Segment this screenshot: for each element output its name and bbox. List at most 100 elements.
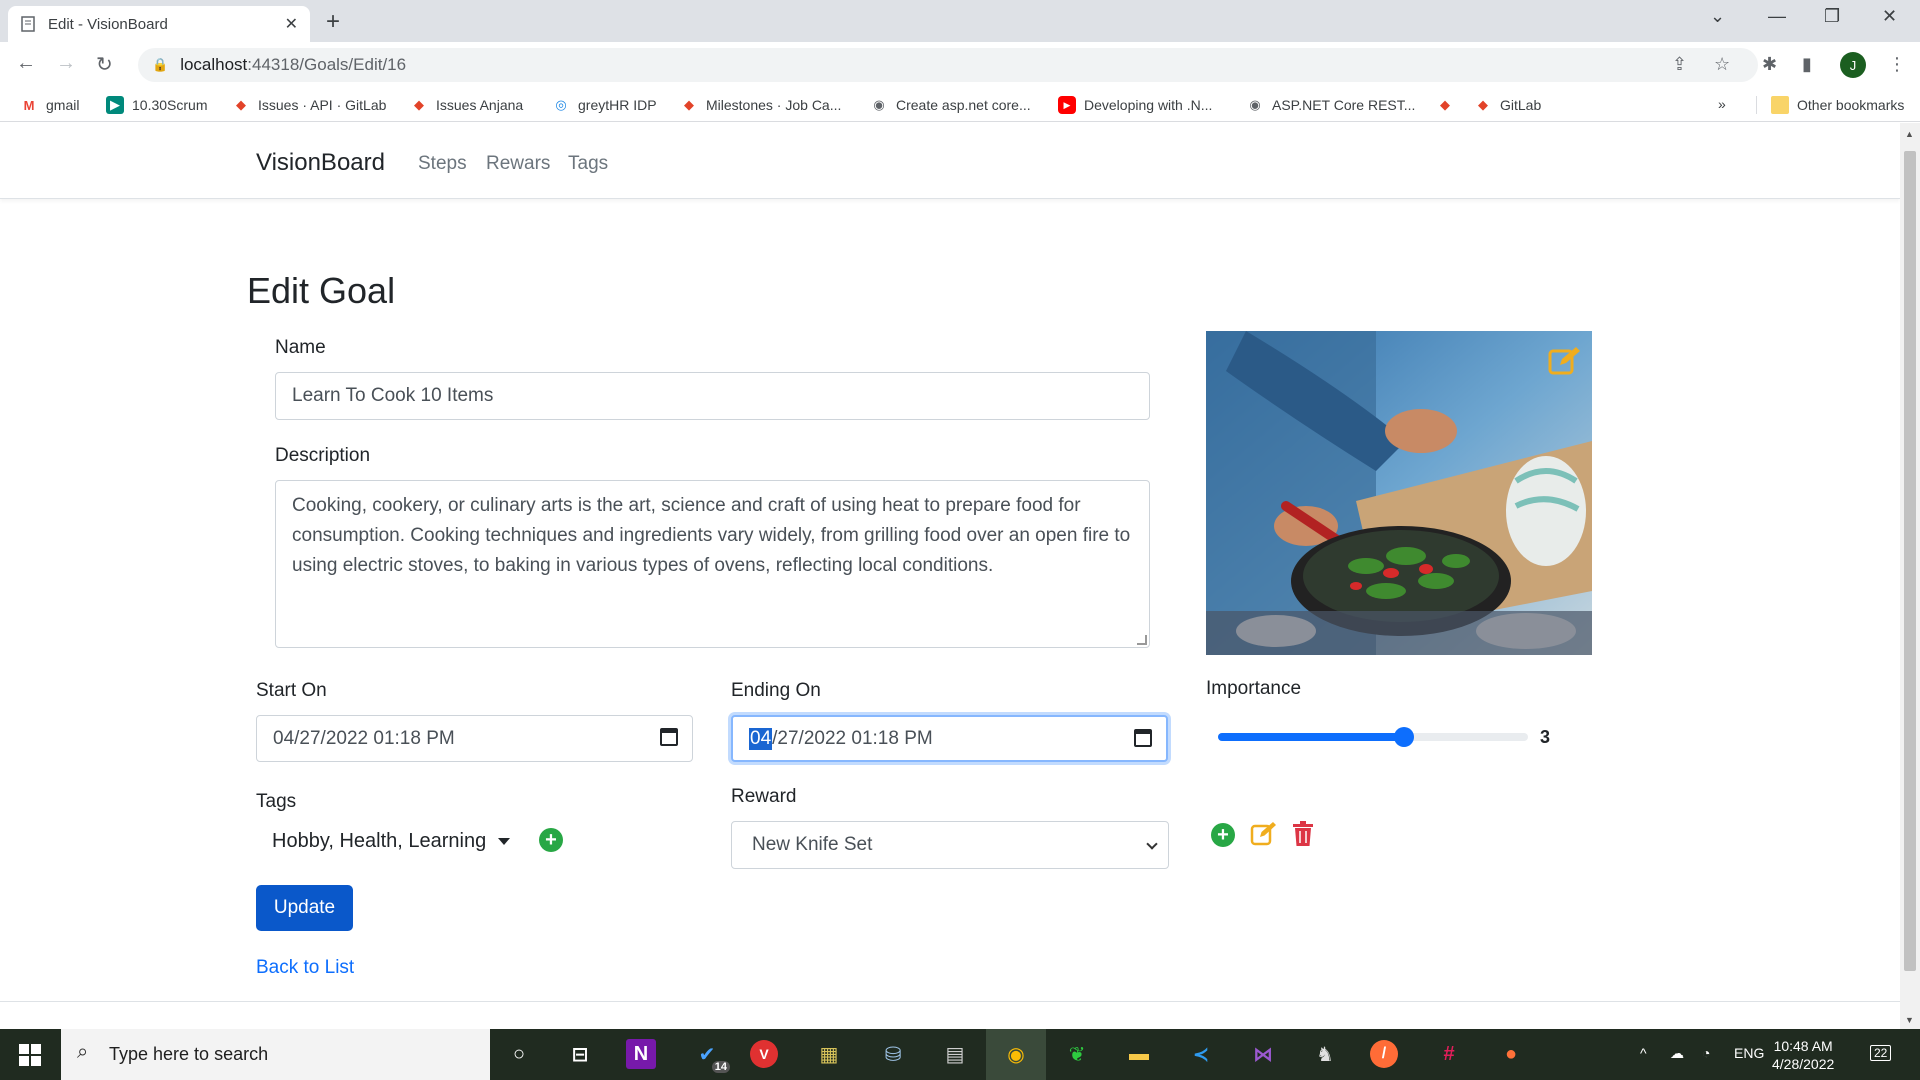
calculator-icon[interactable]: ▤ [938,1037,972,1071]
file-explorer-icon[interactable]: ▬ [1122,1037,1156,1071]
edit-image-icon[interactable] [1548,345,1582,380]
app-icon[interactable]: ♞ [1308,1037,1342,1071]
windows-taskbar: ⌕ Type here to search ○ ⊟ N ✔ 14 V ▦ ⛁ ▤ … [0,1029,1920,1080]
wifi-icon[interactable]: ◔ [1702,1045,1710,1061]
tags-dropdown[interactable]: Hobby, Health, Learning [272,830,511,853]
nav-tags[interactable]: Tags [568,153,608,175]
back-to-list-link[interactable]: Back to List [256,957,354,979]
start-on-label: Start On [256,680,327,701]
globe-icon: ◉ [873,97,885,112]
chrome-icon[interactable]: ◉ [999,1037,1033,1071]
importance-slider[interactable] [1218,727,1528,747]
taskbar-search[interactable]: ⌕ Type here to search [61,1029,490,1080]
add-reward-icon[interactable]: + [1211,823,1235,847]
bookmark-issues-anjana[interactable]: ◆ Issues Anjana [410,96,523,114]
edit-reward-icon[interactable] [1250,821,1278,852]
calendar-icon[interactable] [660,728,678,746]
onedrive-icon[interactable]: ☁ [1670,1045,1684,1062]
ending-on-input[interactable]: 04/27/2022 01:18 PM [731,715,1168,762]
bookmark-gmail[interactable]: Mgmail [20,96,80,114]
back-arrow-icon[interactable]: ← [16,52,36,75]
restore-icon[interactable]: ❐ [1824,6,1840,27]
bookmark-aspnet-create[interactable]: ◉ Create asp.net core... [870,96,1030,114]
bookmark-aspnet-rest[interactable]: ◉ ASP.NET Core REST... [1246,96,1415,114]
nav-steps[interactable]: Steps [418,153,467,175]
show-hidden-icons-icon[interactable]: ^ [1640,1045,1647,1061]
paint-icon[interactable]: ▦ [812,1037,846,1071]
slack-icon[interactable]: # [1432,1037,1466,1071]
scroll-up-icon[interactable]: ▲ [1905,129,1914,139]
tab-search-icon[interactable]: ⌄ [1710,6,1725,27]
side-panel-icon[interactable]: ▮ [1802,54,1812,75]
slider-fill [1218,733,1404,741]
notifications-icon[interactable]: 22 [1870,1045,1892,1061]
tab-close-icon[interactable]: ✕ [285,14,298,34]
other-bookmarks[interactable]: Other bookmarks [1756,96,1904,114]
bookmark-gitlab-blank[interactable]: ◆ [1436,96,1462,114]
gmail-icon: M [23,97,35,113]
ending-on-month-selected: 04 [749,727,773,750]
cortana-icon[interactable]: ○ [502,1037,536,1071]
visual-studio-icon[interactable]: ⋈ [1246,1037,1280,1071]
browser-tab[interactable]: Edit - VisionBoard ✕ [8,6,310,42]
resize-grip-icon[interactable] [1137,635,1147,645]
ending-on-label: Ending On [731,680,821,701]
delete-reward-icon[interactable] [1292,821,1314,852]
name-input[interactable]: Learn To Cook 10 Items [275,372,1150,420]
calendar-icon[interactable] [1134,729,1152,747]
window-close-icon[interactable]: ✕ [1882,6,1897,27]
database-icon[interactable]: ⛁ [876,1037,910,1071]
bookmark-greythr[interactable]: ◎ greytHR IDP [552,96,656,114]
bookmark-milestones[interactable]: ◆ Milestones · Job Ca... [680,96,841,114]
windows-logo-icon [19,1043,41,1066]
gitlab-icon: ◆ [684,97,694,112]
task-view-icon[interactable]: ⊟ [563,1037,597,1071]
update-button[interactable]: Update [256,885,353,931]
star-icon[interactable]: ☆ [1714,54,1730,75]
url-path: :44318/Goals/Edit/16 [247,55,407,74]
bookmark-issues-api[interactable]: ◆ Issues · API · GitLab [232,96,386,114]
app-brand[interactable]: VisionBoard [256,149,385,177]
new-tab-icon[interactable]: + [326,8,340,36]
start-on-input[interactable]: 04/27/2022 01:18 PM [256,715,693,762]
menu-kebab-icon[interactable]: ⋮ [1888,54,1906,75]
vscode-icon[interactable]: ≺ [1184,1037,1218,1071]
postman-icon[interactable]: / [1370,1040,1398,1068]
importance-label: Importance [1206,678,1302,699]
gitlab-icon: ◆ [414,97,424,112]
onenote-icon[interactable]: N [626,1039,656,1069]
bookmark-scrum[interactable]: ▶ 10.30Scrum [106,96,207,114]
bookmark-developing[interactable]: ▶ Developing with .N... [1058,96,1212,114]
reload-icon[interactable]: ↻ [96,52,113,77]
start-button[interactable] [0,1029,60,1080]
globe-icon: ◉ [1249,97,1261,112]
importance-value: 3 [1540,727,1551,747]
scroll-down-icon[interactable]: ▼ [1905,1015,1914,1025]
vivaldi-icon[interactable]: V [750,1040,778,1068]
slider-thumb[interactable] [1394,727,1414,747]
description-textarea[interactable]: Cooking, cookery, or culinary arts is th… [275,480,1150,648]
tags-value: Hobby, Health, Learning [272,830,487,852]
todo-icon[interactable]: ✔ 14 [690,1037,730,1073]
language-indicator[interactable]: ENG [1734,1045,1764,1061]
add-tag-icon[interactable]: + [539,828,563,852]
evernote-icon[interactable]: ❦ [1060,1037,1094,1071]
reward-select[interactable]: New Knife Set [731,821,1169,869]
minimize-icon[interactable]: — [1768,6,1786,27]
page-content: VisionBoard Steps Rewars Tags Edit Goal … [0,123,1900,1029]
forward-arrow-icon[interactable]: → [56,52,76,75]
profile-avatar[interactable]: J [1840,52,1866,78]
page-scrollbar[interactable]: ▲ ▼ [1900,123,1920,1029]
bookmarks-overflow[interactable]: » [1718,96,1726,112]
bookmarks-bar: Mgmail ▶ 10.30Scrum ◆ Issues · API · GitLa… [0,88,1920,122]
firefox-icon[interactable]: ● [1494,1037,1528,1071]
address-bar[interactable]: 🔒 localhost:44318/Goals/Edit/16 [138,48,1758,82]
bookmark-gitlab[interactable]: ◆ GitLab [1474,96,1541,114]
lock-icon: 🔒 [152,57,169,72]
system-clock[interactable]: 10:48 AM 4/28/2022 [1772,1037,1834,1073]
scrollbar-thumb[interactable] [1904,151,1916,971]
share-icon[interactable]: ⇪ [1672,54,1687,75]
nav-rewards[interactable]: Rewars [486,153,550,175]
extensions-icon[interactable]: ✱ [1762,54,1777,75]
clock-date: 4/28/2022 [1772,1056,1835,1072]
